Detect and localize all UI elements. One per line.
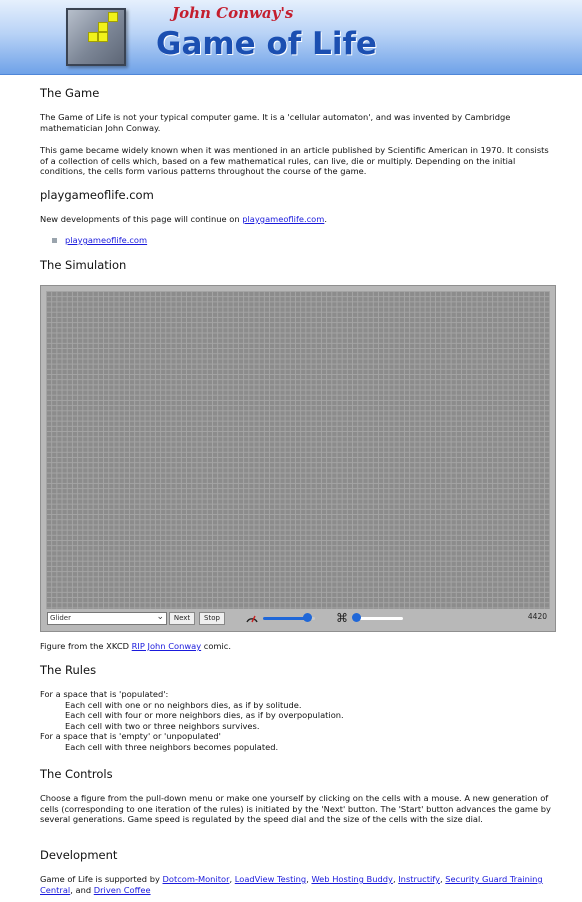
section-heading-rules: The Rules (40, 663, 97, 677)
sponsor-link[interactable]: Dotcom-Monitor (163, 874, 230, 884)
caption-text: Figure from the XKCD (40, 641, 132, 651)
section-heading-playgame: playgameoflife.com (40, 188, 154, 202)
rule-item: Each cell with two or three neighbors su… (65, 720, 260, 731)
playgame-text-end: . (324, 214, 327, 224)
game-paragraph-2: This game became widely known when it wa… (40, 145, 549, 176)
list-item: playgameoflife.com (52, 235, 147, 245)
caption-text-end: comic. (201, 641, 231, 651)
simulation-controls: Glider ⌄ Next Stop ⌘ 4420 (47, 611, 553, 626)
size-slider[interactable] (352, 612, 403, 626)
site-banner: John Conway's Game of Life (0, 0, 582, 75)
section-heading-controls: The Controls (40, 767, 113, 781)
square-bullet-icon (52, 238, 57, 243)
section-heading-development: Development (40, 848, 118, 862)
size-slider-knob[interactable] (352, 613, 361, 622)
playgame-paragraph: New developments of this page will conti… (40, 214, 555, 225)
playgame-text: New developments of this page will conti… (40, 214, 243, 224)
sponsor-link[interactable]: Driven Coffee (94, 885, 151, 895)
rule-item: Each cell with one or no neighbors dies,… (65, 699, 302, 710)
stop-button[interactable]: Stop (199, 612, 225, 625)
chevron-down-icon: ⌄ (156, 612, 164, 622)
speed-slider[interactable] (263, 612, 315, 626)
section-heading-game: The Game (40, 86, 100, 100)
playgame-bullet-link[interactable]: playgameoflife.com (65, 235, 147, 245)
simulation-panel: Glider ⌄ Next Stop ⌘ 4420 (40, 285, 556, 632)
simulation-caption: Figure from the XKCD RIP John Conway com… (40, 641, 555, 652)
controls-paragraph: Choose a figure from the pull-down menu … (40, 793, 551, 824)
pattern-select-value: Glider (50, 614, 71, 622)
section-heading-simulation: The Simulation (40, 258, 127, 272)
sponsor-link[interactable]: Web Hosting Buddy (311, 874, 392, 884)
site-title[interactable]: Game of Life (156, 26, 377, 62)
pattern-select[interactable]: Glider ⌄ (47, 612, 167, 625)
playgame-link[interactable]: playgameoflife.com (242, 214, 324, 224)
rule-item: Each cell with four or more neighbors di… (65, 710, 344, 720)
game-of-life-logo-icon[interactable] (66, 8, 126, 66)
grid-size-icon: ⌘ (336, 611, 348, 625)
generation-counter: 4420 (527, 612, 547, 621)
game-paragraph-1: The Game of Life is not your typical com… (40, 112, 511, 133)
xkcd-comic-link[interactable]: RIP John Conway (132, 641, 201, 651)
next-button[interactable]: Next (169, 612, 195, 625)
rules-list: For a space that is 'populated': Each ce… (40, 689, 555, 752)
speed-slider-fill (263, 617, 307, 620)
rules-empty-intro: For a space that is 'empty' or 'unpopula… (40, 731, 221, 741)
development-paragraph: Game of Life is supported by Dotcom-Moni… (40, 874, 555, 895)
cell-grid[interactable] (46, 291, 550, 609)
speed-slider-knob[interactable] (303, 613, 312, 622)
separator: , and (70, 884, 94, 895)
development-intro: Game of Life is supported by (40, 874, 163, 884)
rules-populated-intro: For a space that is 'populated': (40, 689, 169, 699)
speedometer-icon (246, 615, 258, 623)
sponsor-link[interactable]: LoadView Testing (235, 874, 306, 884)
sponsor-link[interactable]: Instructify (398, 874, 440, 884)
rule-item: Each cell with three neighbors becomes p… (65, 741, 279, 752)
site-subtitle: John Conway's (172, 4, 294, 22)
